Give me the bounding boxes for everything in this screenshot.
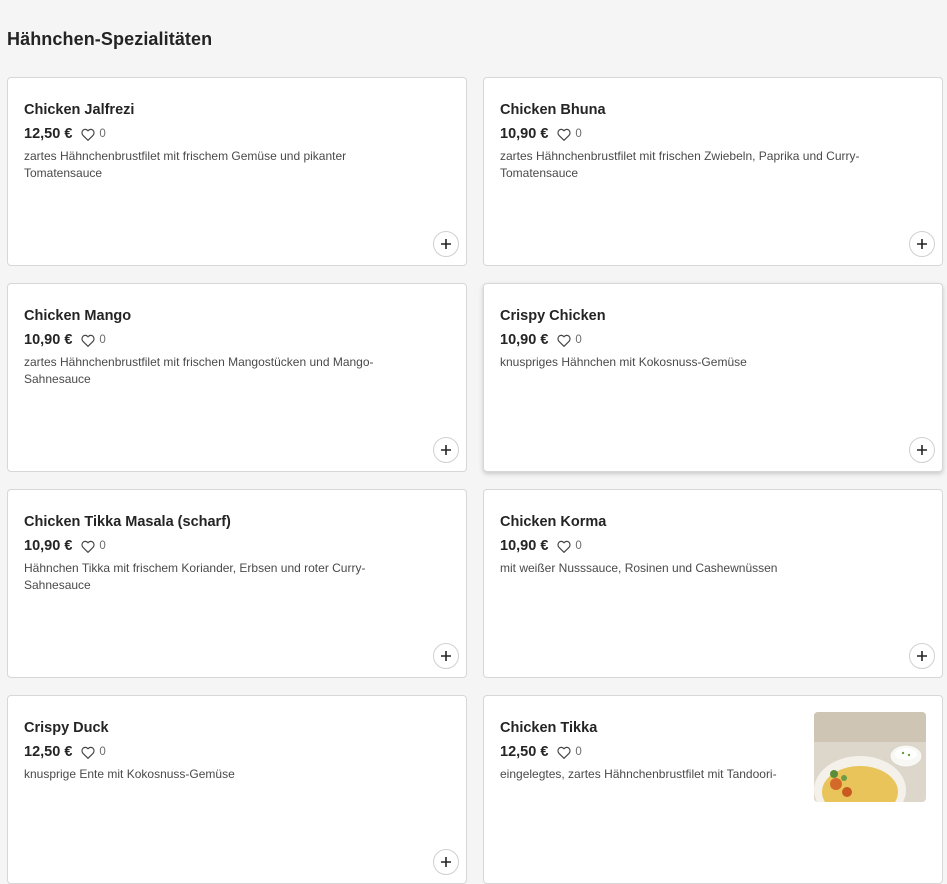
like-button[interactable]: 0	[81, 540, 106, 553]
like-button[interactable]: 0	[557, 746, 582, 759]
price-row: 10,90 € 0	[500, 124, 926, 144]
add-to-cart-button[interactable]	[433, 437, 459, 463]
item-description: Hähnchen Tikka mit frischem Koriander, E…	[24, 561, 366, 592]
heart-icon	[557, 334, 572, 347]
heart-icon	[81, 540, 96, 553]
item-description: eingelegtes, zartes Hähnchenbrustfilet m…	[500, 767, 777, 781]
menu-item-card[interactable]: Crispy Chicken 10,90 € 0 knuspriges Hähn…	[483, 283, 943, 472]
heart-icon	[557, 746, 572, 759]
item-description: zartes Hähnchenbrustfilet mit frischen M…	[24, 355, 374, 386]
section-title: Hähnchen-Spezialitäten	[7, 29, 213, 49]
item-price: 10,90 €	[24, 538, 73, 554]
price-row: 10,90 € 0	[24, 536, 450, 556]
plus-icon	[917, 651, 927, 661]
item-name: Crispy Duck	[24, 720, 109, 736]
price-row: 10,90 € 0	[500, 330, 926, 350]
add-to-cart-button[interactable]	[909, 437, 935, 463]
menu-item-card[interactable]: Chicken Korma 10,90 € 0 mit weißer Nusss…	[483, 489, 943, 678]
plus-icon	[441, 445, 451, 455]
like-count: 0	[99, 540, 106, 552]
menu-item-card[interactable]: Chicken Mango 10,90 € 0 zartes Hähnchenb…	[7, 283, 467, 472]
like-button[interactable]: 0	[81, 334, 106, 347]
item-price: 10,90 €	[500, 126, 549, 142]
item-description: mit weißer Nusssauce, Rosinen und Cashew…	[500, 561, 778, 575]
price-row: 12,50 € 0	[24, 124, 450, 144]
like-count: 0	[99, 128, 106, 140]
menu-item-card[interactable]: Crispy Duck 12,50 € 0 knusprige Ente mit…	[7, 695, 467, 884]
like-count: 0	[575, 746, 582, 758]
item-description: zartes Hähnchenbrustfilet mit frischen Z…	[500, 149, 860, 180]
item-price: 12,50 €	[500, 744, 549, 760]
heart-icon	[557, 540, 572, 553]
item-description: zartes Hähnchenbrustfilet mit frischem G…	[24, 149, 347, 180]
plus-icon	[441, 857, 451, 867]
like-count: 0	[575, 334, 582, 346]
menu-item-card[interactable]: Chicken Tikka Masala (scharf) 10,90 € 0 …	[7, 489, 467, 678]
heart-icon	[81, 128, 96, 141]
item-name: Crispy Chicken	[500, 308, 606, 324]
item-description: knusprige Ente mit Kokosnuss-Gemüse	[24, 767, 235, 781]
item-price: 10,90 €	[500, 538, 549, 554]
heart-icon	[81, 334, 96, 347]
plus-icon	[917, 445, 927, 455]
item-price: 12,50 €	[24, 126, 73, 142]
like-count: 0	[99, 334, 106, 346]
item-photo[interactable]	[814, 712, 926, 802]
item-name: Chicken Korma	[500, 514, 607, 530]
item-name: Chicken Bhuna	[500, 102, 606, 118]
menu-item-card[interactable]: Chicken Tikka 12,50 € 0 eingelegtes, zar…	[483, 695, 943, 884]
menu-item-card[interactable]: Chicken Bhuna 10,90 € 0 zartes Hähnchenb…	[483, 77, 943, 266]
like-button[interactable]: 0	[557, 540, 582, 553]
menu-item-card[interactable]: Chicken Jalfrezi 12,50 € 0 zartes Hähnch…	[7, 77, 467, 266]
add-to-cart-button[interactable]	[433, 231, 459, 257]
add-to-cart-button[interactable]	[433, 643, 459, 669]
item-name: Chicken Tikka Masala (scharf)	[24, 514, 231, 530]
item-price: 10,90 €	[24, 332, 73, 348]
plus-icon	[441, 239, 451, 249]
item-name: Chicken Mango	[24, 308, 132, 324]
like-count: 0	[99, 746, 106, 758]
plus-icon	[441, 651, 451, 661]
item-name: Chicken Jalfrezi	[24, 102, 135, 118]
add-to-cart-button[interactable]	[433, 849, 459, 875]
price-row: 10,90 € 0	[24, 330, 450, 350]
price-row: 10,90 € 0	[500, 536, 926, 556]
add-to-cart-button[interactable]	[909, 231, 935, 257]
item-price: 12,50 €	[24, 744, 73, 760]
like-button[interactable]: 0	[557, 334, 582, 347]
menu-grid: Chicken Jalfrezi 12,50 € 0 zartes Hähnch…	[7, 77, 943, 884]
add-to-cart-button[interactable]	[909, 643, 935, 669]
item-description: knuspriges Hähnchen mit Kokosnuss-Gemüse	[500, 355, 747, 369]
food-image	[814, 712, 926, 802]
heart-icon	[557, 128, 572, 141]
like-count: 0	[575, 128, 582, 140]
like-button[interactable]: 0	[557, 128, 582, 141]
item-price: 10,90 €	[500, 332, 549, 348]
plus-icon	[917, 239, 927, 249]
like-button[interactable]: 0	[81, 746, 106, 759]
heart-icon	[81, 746, 96, 759]
like-count: 0	[575, 540, 582, 552]
like-button[interactable]: 0	[81, 128, 106, 141]
price-row: 12,50 € 0	[24, 742, 450, 762]
